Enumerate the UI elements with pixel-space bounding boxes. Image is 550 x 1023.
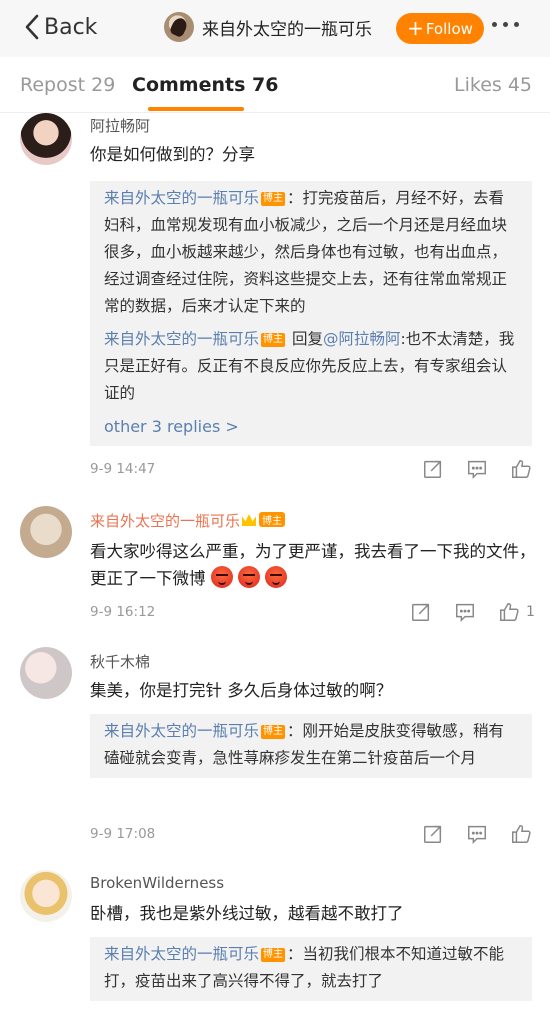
- reply-item: 来自外太空的一瓶可乐 博主 回复@阿拉畅阿:也不太清楚，我只是正好有。反正有不良反…: [104, 326, 518, 407]
- comment-username[interactable]: 阿拉畅阿: [90, 115, 150, 136]
- reply-text: ：打完疫苗后，月经不好，去看妇科，血常规发现有血小板减少，之后一个月还是月经血块…: [104, 189, 508, 315]
- reply-username[interactable]: 来自外太空的一瓶可乐: [104, 189, 259, 207]
- comment-username[interactable]: BrokenWilderness: [90, 874, 224, 892]
- comment-icon[interactable]: [466, 458, 488, 480]
- top-bar: Back 来自外太空的一瓶可乐 + Follow: [0, 0, 550, 57]
- comment-text-block: 看大家吵得这么严重，为了更严谨，我去看了一下我的文件，更正了一下微博: [90, 538, 540, 592]
- comment-time: 9-9 17:08: [90, 826, 156, 842]
- avatar[interactable]: [20, 506, 72, 558]
- page-title: 来自外太空的一瓶可乐: [202, 19, 372, 40]
- plus-icon: +: [407, 15, 424, 40]
- crown-icon: [242, 514, 257, 526]
- comment-text: 看大家吵得这么严重，为了更严谨，我去看了一下我的文件，更正了一下微博: [90, 542, 536, 588]
- share-icon[interactable]: [422, 823, 444, 845]
- follow-button[interactable]: + Follow: [396, 13, 484, 44]
- back-label: Back: [44, 14, 98, 40]
- angry-emoji-icon: [210, 566, 233, 588]
- follow-label: Follow: [425, 19, 473, 38]
- avatar[interactable]: [20, 113, 72, 165]
- comment-text: 卧槽，我也是紫外线过敏，越看越不敢打了: [90, 904, 404, 923]
- reply-prefix: 回复: [287, 330, 323, 348]
- more-replies-link[interactable]: other 3 replies >: [104, 413, 518, 440]
- tab-repost[interactable]: Repost 29: [20, 74, 115, 96]
- comment-actions: [422, 823, 532, 845]
- share-icon[interactable]: [410, 601, 432, 623]
- author-avatar: [164, 12, 194, 42]
- active-tab-indicator: [148, 107, 244, 111]
- reply-username[interactable]: 来自外太空的一瓶可乐: [104, 945, 259, 963]
- mention-link[interactable]: @阿拉畅阿: [323, 330, 401, 348]
- replies-box[interactable]: 来自外太空的一瓶可乐 博主 ：刚开始是皮肤变得敏感，稍有磕碰就会变青，急性荨麻疹发生…: [90, 714, 532, 778]
- comment-username-row[interactable]: 来自外太空的一瓶可乐 博主: [90, 510, 286, 531]
- reply-item: 来自外太空的一瓶可乐 博主 ：刚开始是皮肤变得敏感，稍有磕碰就会变青，急性荨麻疹发生…: [104, 718, 518, 772]
- comment-icon[interactable]: [466, 823, 488, 845]
- comment-time: 9-9 14:47: [90, 461, 156, 477]
- comment-actions: 1: [410, 601, 535, 623]
- like-count: 1: [526, 604, 535, 620]
- back-button[interactable]: Back: [24, 14, 97, 40]
- post-author[interactable]: 来自外太空的一瓶可乐: [164, 12, 372, 42]
- comment-actions: [422, 458, 532, 480]
- author-badge: 博主: [261, 725, 286, 739]
- angry-emoji-icon: [264, 566, 287, 588]
- share-icon[interactable]: [422, 458, 444, 480]
- reply-username[interactable]: 来自外太空的一瓶可乐: [104, 330, 259, 348]
- reply-item: 来自外太空的一瓶可乐 博主 ：当初我们根本不知道过敏不能打，疫苗出来了高兴得不得了，…: [104, 941, 518, 995]
- chevron-left-icon: [25, 14, 39, 40]
- tab-comments[interactable]: Comments 76: [132, 74, 278, 96]
- like-icon: [500, 603, 519, 621]
- like-icon[interactable]: [510, 458, 532, 480]
- like-button[interactable]: 1: [498, 601, 535, 623]
- tab-likes[interactable]: Likes 45: [454, 74, 532, 96]
- comment-icon[interactable]: [454, 601, 476, 623]
- author-badge: 博主: [261, 192, 286, 206]
- author-badge: 博主: [261, 333, 286, 347]
- comment-text: 你是如何做到的？分享: [90, 145, 255, 164]
- comment-username: 来自外太空的一瓶可乐: [90, 512, 241, 530]
- avatar[interactable]: [20, 647, 72, 699]
- comment-time: 9-9 16:12: [90, 604, 156, 620]
- replies-box[interactable]: 来自外太空的一瓶可乐 博主 ：打完疫苗后，月经不好，去看妇科，血常规发现有血小板减少…: [90, 181, 532, 446]
- tab-bar: Repost 29 Comments 76 Likes 45: [0, 57, 550, 113]
- reply-username[interactable]: 来自外太空的一瓶可乐: [104, 722, 259, 740]
- more-options-icon[interactable]: [492, 22, 519, 27]
- comment-text: 集美，你是打完针 多久后身体过敏的啊？: [90, 681, 393, 700]
- avatar[interactable]: [20, 870, 72, 922]
- author-badge: 博主: [259, 512, 286, 527]
- author-badge: 博主: [261, 948, 286, 962]
- angry-emoji-icon: [237, 566, 260, 588]
- comment-username[interactable]: 秋千木棉: [90, 651, 150, 672]
- replies-box[interactable]: 来自外太空的一瓶可乐 博主 ：当初我们根本不知道过敏不能打，疫苗出来了高兴得不得了，…: [90, 937, 532, 1001]
- reply-item: 来自外太空的一瓶可乐 博主 ：打完疫苗后，月经不好，去看妇科，血常规发现有血小板减少…: [104, 185, 518, 320]
- like-icon[interactable]: [510, 823, 532, 845]
